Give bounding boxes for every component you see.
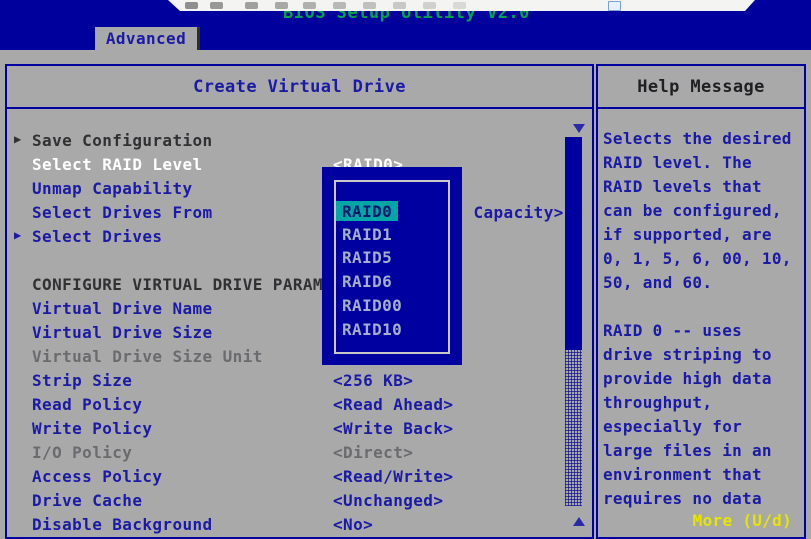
help-line: RAID 0 -- uses	[603, 321, 742, 345]
scrollbar-track[interactable]	[565, 350, 582, 506]
help-line: 50, and 60.	[603, 273, 712, 297]
setting-row[interactable]: Virtual Drive Size	[7, 323, 567, 345]
setting-label: Virtual Drive Size	[32, 323, 213, 342]
setting-label: Select RAID Level	[32, 155, 203, 174]
left-panel-title: Create Virtual Drive	[7, 66, 592, 109]
setting-label: Virtual Drive Size Unit	[32, 347, 263, 366]
toolbar-icon[interactable]	[393, 2, 406, 9]
help-line: if supported, are	[603, 225, 772, 249]
scrollbar-top-arrow-icon[interactable]	[573, 124, 585, 133]
setting-value: <Direct>	[333, 443, 413, 462]
setting-row[interactable]: Unmap Capability	[7, 179, 567, 201]
submenu-arrow-icon: ▶	[14, 132, 22, 146]
console-toolbar-overlay	[163, 0, 755, 11]
raid-option-raid6[interactable]: RAID6	[342, 272, 392, 292]
help-line: large files in an	[603, 441, 772, 465]
tab-advanced-label: Advanced	[106, 29, 186, 48]
help-line: especially for	[603, 417, 742, 441]
left-panel-title-label: Create Virtual Drive	[193, 77, 406, 97]
help-line: requires no data	[603, 489, 762, 513]
setting-label: Disable Background	[32, 515, 213, 534]
toolbar-icon[interactable]	[363, 2, 376, 9]
setting-label: Drive Cache	[32, 491, 142, 510]
help-line: Selects the desired	[603, 129, 792, 153]
help-line: provide high data	[603, 369, 772, 393]
setting-row[interactable]: Access Policy <Read/Write>	[7, 467, 567, 489]
raid-option-raid1[interactable]: RAID1	[342, 225, 392, 245]
toolbar-icon[interactable]	[333, 2, 346, 9]
setting-label: Read Policy	[32, 395, 142, 414]
scrollbar-thumb[interactable]	[565, 137, 582, 350]
setting-row[interactable]: Drive Cache <Unchanged>	[7, 491, 567, 513]
setting-row[interactable]: ▶ Save Configuration	[7, 131, 567, 153]
setting-row[interactable]: Virtual Drive Name	[7, 299, 567, 321]
setting-row[interactable]: Select RAID Level<RAID0>	[7, 155, 567, 177]
help-more-label: More (U/d)	[693, 511, 792, 530]
setting-row[interactable]: Write Policy <Write Back>	[7, 419, 567, 441]
setting-label: Virtual Drive Name	[32, 299, 213, 318]
help-line: 0, 1, 5, 6, 00, 10,	[603, 249, 792, 273]
help-panel-title-label: Help Message	[637, 77, 765, 97]
setting-value: <Write Back>	[333, 419, 453, 438]
toolbar-icon[interactable]	[303, 2, 316, 9]
help-line: RAID level. The	[603, 153, 752, 177]
setting-value: <Read Ahead>	[333, 395, 453, 414]
setting-label: Strip Size	[32, 371, 132, 390]
help-line: environment that	[603, 465, 762, 489]
scrollbar-bottom-arrow-icon[interactable]	[573, 517, 585, 526]
setting-label: Unmap Capability	[32, 179, 193, 198]
toolbar-icon[interactable]	[210, 2, 223, 9]
setting-row[interactable]: Disable Background <No>	[7, 515, 567, 537]
setting-label: Write Policy	[32, 419, 152, 438]
setting-row[interactable]: CONFIGURE VIRTUAL DRIVE PARAMETERS:	[7, 275, 567, 297]
setting-label: Select Drives From	[32, 203, 213, 222]
raid-option-raid00[interactable]: RAID00	[342, 296, 402, 316]
toolbar-icon[interactable]	[453, 2, 466, 9]
tab-advanced[interactable]: Advanced	[95, 27, 200, 50]
help-line: can be configured,	[603, 201, 782, 225]
setting-row[interactable]: Select Drives From<Unconfigured Capacity…	[7, 203, 567, 225]
raid-level-dropdown: RAID0 RAID1 RAID5 RAID6 RAID00 RAID10	[322, 167, 462, 365]
toolbar-icon[interactable]	[423, 2, 436, 9]
toolbar-icon[interactable]	[275, 2, 288, 9]
setting-row[interactable]: Virtual Drive Size Unit	[7, 347, 567, 369]
help-panel: Help Message Selects the desiredRAID lev…	[596, 64, 806, 539]
help-panel-title: Help Message	[598, 66, 804, 109]
help-line: throughput,	[603, 393, 712, 417]
toolbar-icon[interactable]	[185, 2, 198, 9]
setting-row[interactable]	[7, 251, 567, 273]
setting-value: <Read/Write>	[333, 467, 453, 486]
help-line: RAID levels that	[603, 177, 762, 201]
setting-value: <256 KB>	[333, 371, 413, 390]
toolbar-icon[interactable]	[245, 2, 258, 9]
setting-label: Select Drives	[32, 227, 162, 246]
setting-label: Save Configuration	[32, 131, 213, 150]
raid-option-raid5[interactable]: RAID5	[342, 248, 392, 268]
create-virtual-drive-panel: Create Virtual Drive ▶ Save Configuration…	[5, 64, 594, 539]
setting-row[interactable]: Strip Size <256 KB>	[7, 371, 567, 393]
raid-option-raid10[interactable]: RAID10	[342, 320, 402, 340]
help-line: drive striping to	[603, 345, 772, 369]
bios-screen: { "window": { "title": "BIOS Setup Utili…	[0, 0, 811, 531]
submenu-arrow-icon: ▶	[14, 228, 22, 242]
toolbar-window-icon[interactable]	[608, 1, 621, 11]
setting-value: <Unchanged>	[333, 491, 443, 510]
raid-option-raid0[interactable]: RAID0	[336, 201, 398, 221]
setting-row[interactable]: ▶ Select Drives	[7, 227, 567, 249]
setting-row[interactable]: I/O Policy <Direct>	[7, 443, 567, 465]
setting-value: <No>	[333, 515, 373, 534]
setting-row[interactable]: Read Policy <Read Ahead>	[7, 395, 567, 417]
setting-label: Access Policy	[32, 467, 162, 486]
setting-label: I/O Policy	[32, 443, 132, 462]
